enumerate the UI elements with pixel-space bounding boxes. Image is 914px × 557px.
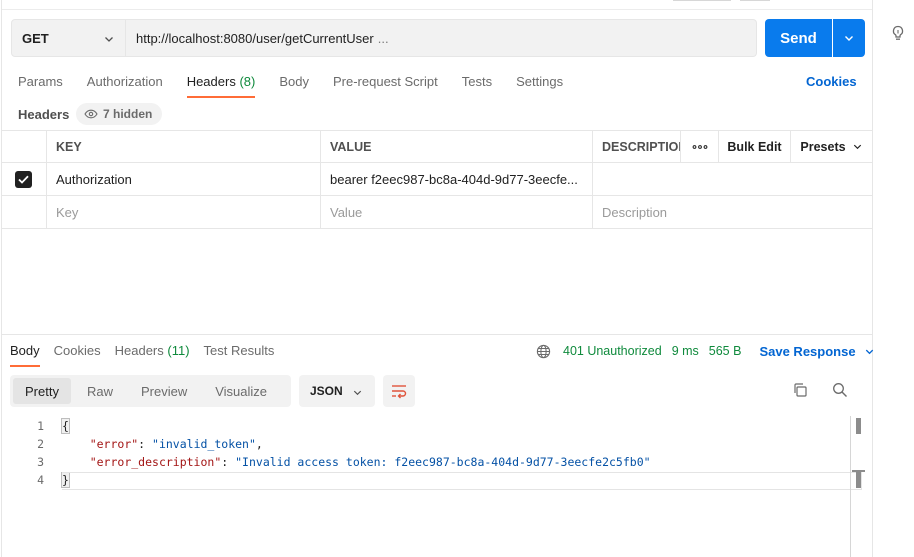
presets-dropdown[interactable]: Presets [790, 131, 872, 162]
response-body-editor[interactable]: 1 { 2 "error": "invalid_token", 3 "error… [10, 417, 862, 557]
scrollbar-marker[interactable] [856, 472, 861, 488]
line-number: 4 [37, 473, 44, 487]
line-number: 1 [37, 419, 44, 433]
line-number: 3 [37, 455, 44, 469]
response-tab-headers[interactable]: Headers (11) [115, 343, 190, 367]
open-brace: { [61, 418, 70, 434]
method-value: GET [22, 30, 49, 46]
active-line-highlight [62, 472, 862, 490]
presets-label: Presets [800, 139, 846, 154]
eye-icon [84, 109, 98, 119]
column-key: KEY [46, 131, 320, 162]
json-key: "error_description" [89, 455, 222, 469]
url-input[interactable]: http://localhost:8080/user/getCurrentUse… [126, 19, 757, 57]
tab-params[interactable]: Params [18, 72, 63, 98]
table-header-row: KEY VALUE DESCRIPTION Bulk Edit Presets [1, 130, 872, 163]
format-value: JSON [310, 384, 343, 398]
json-value: "invalid_token" [152, 437, 256, 451]
response-tabs: Body Cookies Headers (11) Test Results [10, 343, 288, 367]
code-line: 1 { [10, 417, 862, 435]
chevron-down-icon [353, 390, 362, 396]
bulk-edit-button[interactable]: Bulk Edit [718, 131, 790, 162]
table-actions: Bulk Edit Presets [680, 131, 872, 162]
response-divider[interactable] [1, 334, 872, 335]
header-enabled-checkbox[interactable] [15, 170, 32, 188]
tab-tests[interactable]: Tests [462, 72, 492, 98]
wrap-lines-icon [392, 385, 407, 399]
send-options-button[interactable] [833, 19, 865, 57]
view-raw[interactable]: Raw [75, 378, 125, 404]
tab-headers[interactable]: Headers (8) [186, 72, 256, 98]
body-view-tabs: Pretty Raw Preview Visualize [10, 375, 291, 407]
editor-scrollbar-track[interactable] [850, 416, 851, 557]
request-tabs: Params Authorization Headers (8) Body Pr… [18, 72, 587, 100]
send-button[interactable]: Send [765, 19, 832, 57]
response-meta: 401 Unauthorized 9 ms 565 B Save Respons… [536, 343, 875, 359]
header-key-cell[interactable]: Authorization [46, 163, 320, 195]
column-value: VALUE [320, 131, 592, 162]
headers-section-title: Headers [18, 107, 70, 122]
lightbulb-icon[interactable] [889, 24, 907, 42]
url-value: http://localhost:8080/user/getCurrentUse… [136, 30, 374, 46]
search-icon[interactable] [832, 382, 848, 398]
table-row-new: Key Value Description [1, 196, 872, 229]
json-key: "error" [89, 437, 139, 451]
json-value: "Invalid access token: f2eec987-bc8a-404… [235, 455, 651, 469]
response-tab-body[interactable]: Body [10, 343, 40, 367]
new-key-field[interactable]: Key [46, 196, 320, 228]
wrap-lines-button[interactable] [383, 375, 415, 407]
header-value-cell[interactable]: bearer f2eec987-bc8a-404d-9d77-3eecfe... [320, 163, 592, 195]
table-row: Authorization bearer f2eec987-bc8a-404d-… [1, 163, 872, 196]
chevron-down-icon [845, 36, 853, 41]
response-headers-count: (11) [167, 343, 190, 358]
line-number: 2 [37, 437, 44, 451]
cookies-link[interactable]: Cookies [806, 74, 857, 89]
tab-body[interactable]: Body [279, 72, 309, 98]
code-line: 3 "error_description": "Invalid access t… [10, 453, 862, 471]
response-tab-test-results[interactable]: Test Results [204, 343, 275, 367]
hidden-headers-toggle[interactable]: 7 hidden [76, 103, 163, 125]
view-pretty[interactable]: Pretty [13, 378, 71, 404]
chevron-down-icon [853, 144, 861, 150]
format-select[interactable]: JSON [299, 375, 375, 407]
new-description-field[interactable]: Description [592, 196, 872, 228]
header-description-cell[interactable] [592, 163, 872, 195]
new-value-field[interactable]: Value [320, 196, 592, 228]
chevron-down-icon [105, 37, 113, 42]
top-strip [2, 0, 872, 10]
url-ellipsis: ... [377, 30, 389, 46]
checkmark-icon [18, 175, 29, 184]
scrollbar-marker[interactable] [856, 418, 861, 434]
hidden-count-label: 7 hidden [103, 107, 153, 121]
postman-app: GET http://localhost:8080/user/getCurren… [0, 0, 914, 557]
response-size[interactable]: 565 B [709, 344, 742, 358]
more-dots-icon [692, 144, 707, 149]
view-visualize[interactable]: Visualize [203, 378, 279, 404]
code-line: 2 "error": "invalid_token", [10, 435, 862, 453]
chevron-down-icon[interactable] [864, 346, 875, 357]
headers-count: (8) [239, 74, 256, 89]
method-select[interactable]: GET [11, 19, 126, 57]
globe-icon[interactable] [536, 344, 551, 359]
more-options-button[interactable] [680, 131, 718, 162]
copy-icon[interactable] [792, 382, 808, 398]
right-sidebar [873, 0, 914, 557]
tab-authorization[interactable]: Authorization [87, 72, 163, 98]
status-code[interactable]: 401 Unauthorized [563, 344, 662, 358]
tab-pre-request-script[interactable]: Pre-request Script [333, 72, 438, 98]
view-preview[interactable]: Preview [129, 378, 199, 404]
tab-settings[interactable]: Settings [516, 72, 563, 98]
response-time[interactable]: 9 ms [672, 344, 699, 358]
headers-table: KEY VALUE DESCRIPTION Bulk Edit Presets [1, 130, 872, 229]
response-tab-cookies[interactable]: Cookies [54, 343, 101, 367]
save-response-button[interactable]: Save Response [759, 344, 855, 359]
